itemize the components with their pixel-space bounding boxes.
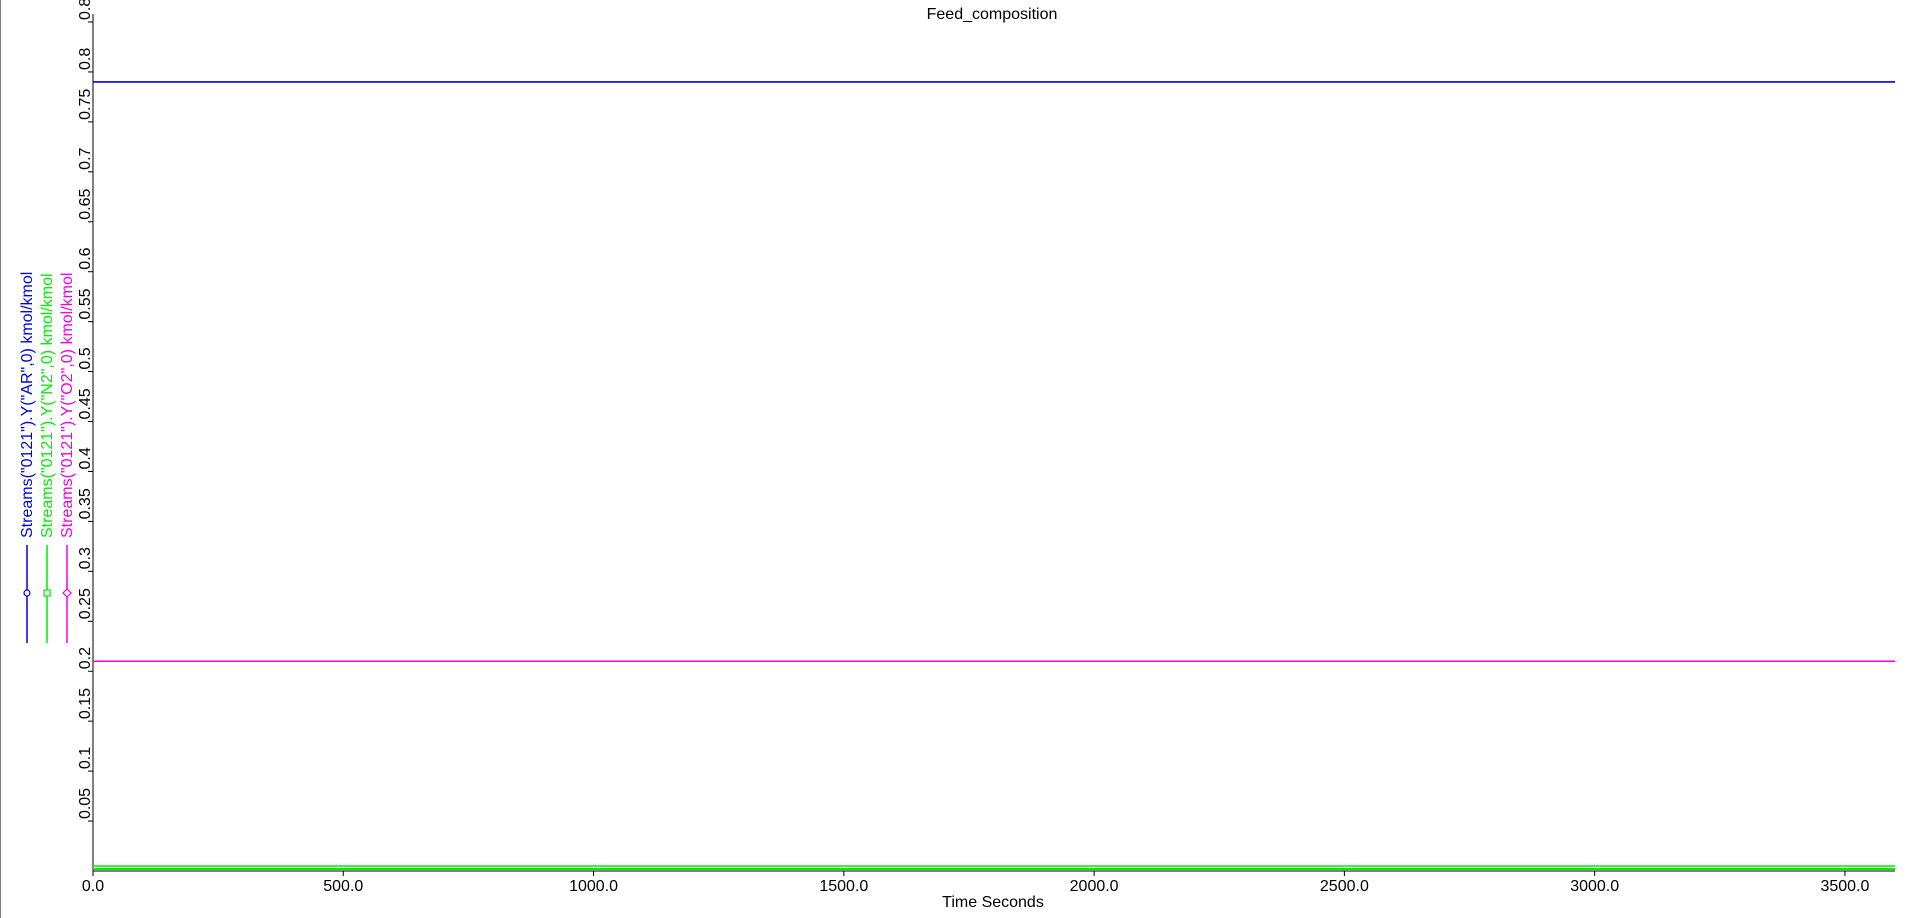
y-tick-label: 0.2 — [77, 647, 94, 669]
y-tick-label: 0.55 — [77, 288, 94, 319]
x-axis-label: Time Seconds — [942, 894, 1044, 911]
y-tick-label: 0.15 — [77, 688, 94, 719]
x-tick-label: 3500.0 — [1820, 878, 1869, 895]
y-tick-label: 0.3 — [77, 547, 94, 569]
legend-label: Streams("0121").Y("AR",0) kmol/kmol — [19, 272, 36, 538]
y-tick-label: 0.75 — [77, 89, 94, 120]
x-tick-label: 1500.0 — [819, 878, 868, 895]
y-axis-ticks: 0.05 0.1 0.15 0.2 0.25 0.3 0.35 0.4 0.45 0.5 0.55 0… — [77, 0, 94, 822]
legend[interactable]: Streams("0121").Y("AR",0) kmol/kmol Strea… — [19, 272, 76, 643]
x-tick-label: 0.0 — [82, 878, 104, 895]
legend-marker-diamond-icon — [62, 588, 72, 598]
y-tick-label: 0.25 — [77, 588, 94, 619]
chart-canvas: Feed_composition Time Seconds 0.0 500.0 10… — [19, 0, 1895, 911]
legend-label: Streams("0121").Y("N2",0) kmol/kmol — [39, 273, 56, 538]
x-tick-label: 3000.0 — [1570, 878, 1619, 895]
y-tick-label: 0.4 — [77, 447, 94, 469]
axes — [92, 14, 1895, 872]
y-tick-label: 0.45 — [77, 388, 94, 419]
x-tick-label: 500.0 — [323, 878, 363, 895]
legend-label: Streams("0121").Y("O2",0) kmol/kmol — [59, 273, 76, 538]
legend-item-2[interactable]: Streams("0121").Y("O2",0) kmol/kmol — [59, 273, 76, 643]
y-tick-label: 0.85 — [77, 0, 94, 20]
y-tick-label: 0.05 — [77, 788, 94, 819]
x-tick-label: 1000.0 — [569, 878, 618, 895]
legend-item-1[interactable]: Streams("0121").Y("N2",0) kmol/kmol — [39, 273, 56, 643]
y-tick-label: 0.6 — [77, 247, 94, 269]
chart-window: Feed_composition Time Seconds 0.0 500.0 10… — [0, 0, 1920, 918]
chart-title: Feed_composition — [927, 6, 1058, 23]
x-axis-ticks: 0.0 500.0 1000.0 1500.0 2000.0 2500.0 3000.0 35… — [82, 871, 1870, 895]
x-tick-label: 2500.0 — [1320, 878, 1369, 895]
y-tick-label: 0.1 — [77, 747, 94, 769]
y-tick-label: 0.65 — [77, 189, 94, 220]
y-tick-label: 0.5 — [77, 347, 94, 369]
y-tick-label: 0.8 — [77, 48, 94, 70]
plot-series — [93, 81, 1895, 870]
legend-item-0[interactable]: Streams("0121").Y("AR",0) kmol/kmol — [19, 272, 36, 643]
legend-marker-square-icon — [43, 589, 51, 597]
y-tick-label: 0.35 — [77, 488, 94, 519]
x-tick-label: 2000.0 — [1070, 878, 1119, 895]
y-tick-label: 0.7 — [77, 147, 94, 169]
legend-marker-circle-icon — [23, 589, 31, 597]
